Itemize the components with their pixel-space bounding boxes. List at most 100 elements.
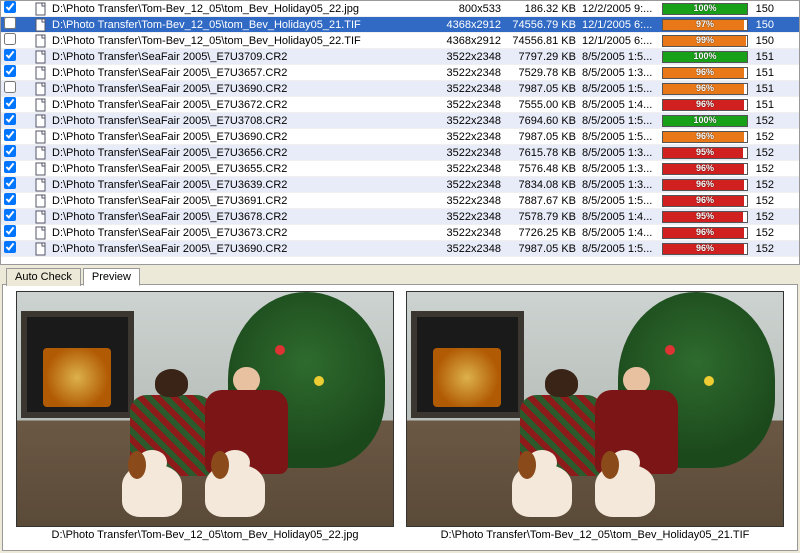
file-name: D:\Photo Transfer\SeaFair 2005\_E7U3708.… <box>50 115 430 127</box>
table-row[interactable]: D:\Photo Transfer\SeaFair 2005\_E7U3639.… <box>1 177 799 193</box>
file-date: 8/5/2005 1:5... <box>580 51 660 63</box>
preview-left: D:\Photo Transfer\Tom-Bev_12_05\tom_Bev_… <box>16 291 394 544</box>
preview-image-left[interactable] <box>16 291 394 527</box>
row-checkbox[interactable] <box>4 193 16 205</box>
table-row[interactable]: D:\Photo Transfer\SeaFair 2005\_E7U3678.… <box>1 209 799 225</box>
file-dimensions: 3522x2348 <box>430 51 505 63</box>
preview-right: D:\Photo Transfer\Tom-Bev_12_05\tom_Bev_… <box>406 291 784 544</box>
file-dimensions: 3522x2348 <box>430 195 505 207</box>
row-checkbox[interactable] <box>4 241 16 253</box>
row-checkbox[interactable] <box>4 81 16 93</box>
file-name: D:\Photo Transfer\SeaFair 2005\_E7U3672.… <box>50 99 430 111</box>
file-size: 7576.48 KB <box>505 163 580 175</box>
table-row[interactable]: D:\Photo Transfer\SeaFair 2005\_E7U3657.… <box>1 65 799 81</box>
table-row[interactable]: D:\Photo Transfer\SeaFair 2005\_E7U3709.… <box>1 49 799 65</box>
file-dimensions: 4368x2912 <box>430 19 505 31</box>
row-checkbox-cell <box>1 225 19 240</box>
similarity-pct: 96% <box>663 243 747 253</box>
file-size: 7834.08 KB <box>505 179 580 191</box>
similarity-pct: 96% <box>663 99 747 109</box>
row-checkbox[interactable] <box>4 97 16 109</box>
lower-panel: Auto Check Preview D:\Photo Transfer\Tom… <box>0 265 800 553</box>
similarity-bar: 96% <box>660 243 750 255</box>
similarity-bar: 100% <box>660 51 750 63</box>
row-checkbox-cell <box>1 145 19 160</box>
table-row[interactable]: D:\Photo Transfer\Tom-Bev_12_05\tom_Bev_… <box>1 1 799 17</box>
table-row[interactable]: D:\Photo Transfer\SeaFair 2005\_E7U3690.… <box>1 129 799 145</box>
group-id: 152 <box>750 163 780 175</box>
file-rows-scroll[interactable]: D:\Photo Transfer\Tom-Bev_12_05\tom_Bev_… <box>1 1 799 264</box>
table-row[interactable]: D:\Photo Transfer\SeaFair 2005\_E7U3672.… <box>1 97 799 113</box>
file-name: D:\Photo Transfer\SeaFair 2005\_E7U3691.… <box>50 195 430 207</box>
similarity-pct: 100% <box>663 51 747 61</box>
file-icon <box>34 146 50 160</box>
group-id: 152 <box>750 147 780 159</box>
file-size: 7529.78 KB <box>505 67 580 79</box>
file-icon <box>34 226 50 240</box>
table-row[interactable]: D:\Photo Transfer\SeaFair 2005\_E7U3690.… <box>1 241 799 257</box>
group-id: 152 <box>750 195 780 207</box>
row-checkbox-cell <box>1 33 19 48</box>
row-checkbox[interactable] <box>4 1 16 13</box>
tab-auto-check[interactable]: Auto Check <box>6 268 81 286</box>
group-id: 150 <box>750 3 780 15</box>
preview-panel: D:\Photo Transfer\Tom-Bev_12_05\tom_Bev_… <box>2 284 798 551</box>
group-id: 150 <box>750 19 780 31</box>
file-icon <box>34 50 50 64</box>
row-checkbox[interactable] <box>4 161 16 173</box>
preview-caption-left: D:\Photo Transfer\Tom-Bev_12_05\tom_Bev_… <box>52 527 359 541</box>
row-checkbox-cell <box>1 209 19 224</box>
file-date: 8/5/2005 1:5... <box>580 115 660 127</box>
row-checkbox[interactable] <box>4 17 16 29</box>
row-checkbox[interactable] <box>4 65 16 77</box>
tab-preview[interactable]: Preview <box>83 268 140 286</box>
preview-image-right[interactable] <box>406 291 784 527</box>
group-id: 152 <box>750 211 780 223</box>
file-dimensions: 800x533 <box>430 3 505 15</box>
row-checkbox[interactable] <box>4 49 16 61</box>
similarity-pct: 96% <box>663 83 747 93</box>
table-row[interactable]: D:\Photo Transfer\Tom-Bev_12_05\tom_Bev_… <box>1 17 799 33</box>
file-size: 7615.78 KB <box>505 147 580 159</box>
row-checkbox[interactable] <box>4 33 16 45</box>
row-checkbox[interactable] <box>4 113 16 125</box>
similarity-bar: 97% <box>660 19 750 31</box>
file-size: 74556.81 KB <box>505 35 580 47</box>
similarity-bar: 96% <box>660 179 750 191</box>
file-name: D:\Photo Transfer\Tom-Bev_12_05\tom_Bev_… <box>50 35 430 47</box>
row-checkbox[interactable] <box>4 129 16 141</box>
row-checkbox[interactable] <box>4 209 16 221</box>
row-checkbox-cell <box>1 193 19 208</box>
table-row[interactable]: D:\Photo Transfer\SeaFair 2005\_E7U3690.… <box>1 81 799 97</box>
table-row[interactable]: D:\Photo Transfer\SeaFair 2005\_E7U3691.… <box>1 193 799 209</box>
file-icon <box>34 2 50 16</box>
table-row[interactable]: D:\Photo Transfer\SeaFair 2005\_E7U3708.… <box>1 113 799 129</box>
table-row[interactable]: D:\Photo Transfer\SeaFair 2005\_E7U3673.… <box>1 225 799 241</box>
file-icon <box>34 178 50 192</box>
file-size: 7987.05 KB <box>505 243 580 255</box>
table-row[interactable]: D:\Photo Transfer\Tom-Bev_12_05\tom_Bev_… <box>1 33 799 49</box>
row-checkbox[interactable] <box>4 177 16 189</box>
file-size: 7987.05 KB <box>505 131 580 143</box>
similarity-bar: 96% <box>660 67 750 79</box>
row-checkbox-cell <box>1 113 19 128</box>
file-date: 8/5/2005 1:4... <box>580 227 660 239</box>
file-icon <box>34 82 50 96</box>
group-id: 152 <box>750 243 780 255</box>
table-row[interactable]: D:\Photo Transfer\SeaFair 2005\_E7U3655.… <box>1 161 799 177</box>
file-name: D:\Photo Transfer\SeaFair 2005\_E7U3690.… <box>50 131 430 143</box>
group-id: 151 <box>750 83 780 95</box>
file-name: D:\Photo Transfer\SeaFair 2005\_E7U3709.… <box>50 51 430 63</box>
file-name: D:\Photo Transfer\SeaFair 2005\_E7U3657.… <box>50 67 430 79</box>
group-id: 150 <box>750 35 780 47</box>
row-checkbox[interactable] <box>4 225 16 237</box>
similarity-pct: 100% <box>663 115 747 125</box>
file-dimensions: 3522x2348 <box>430 211 505 223</box>
similarity-bar: 95% <box>660 211 750 223</box>
similarity-bar: 96% <box>660 83 750 95</box>
row-checkbox[interactable] <box>4 145 16 157</box>
file-icon <box>34 34 50 48</box>
table-row[interactable]: D:\Photo Transfer\SeaFair 2005\_E7U3656.… <box>1 145 799 161</box>
file-date: 8/5/2005 1:3... <box>580 163 660 175</box>
preview-caption-right: D:\Photo Transfer\Tom-Bev_12_05\tom_Bev_… <box>441 527 750 541</box>
